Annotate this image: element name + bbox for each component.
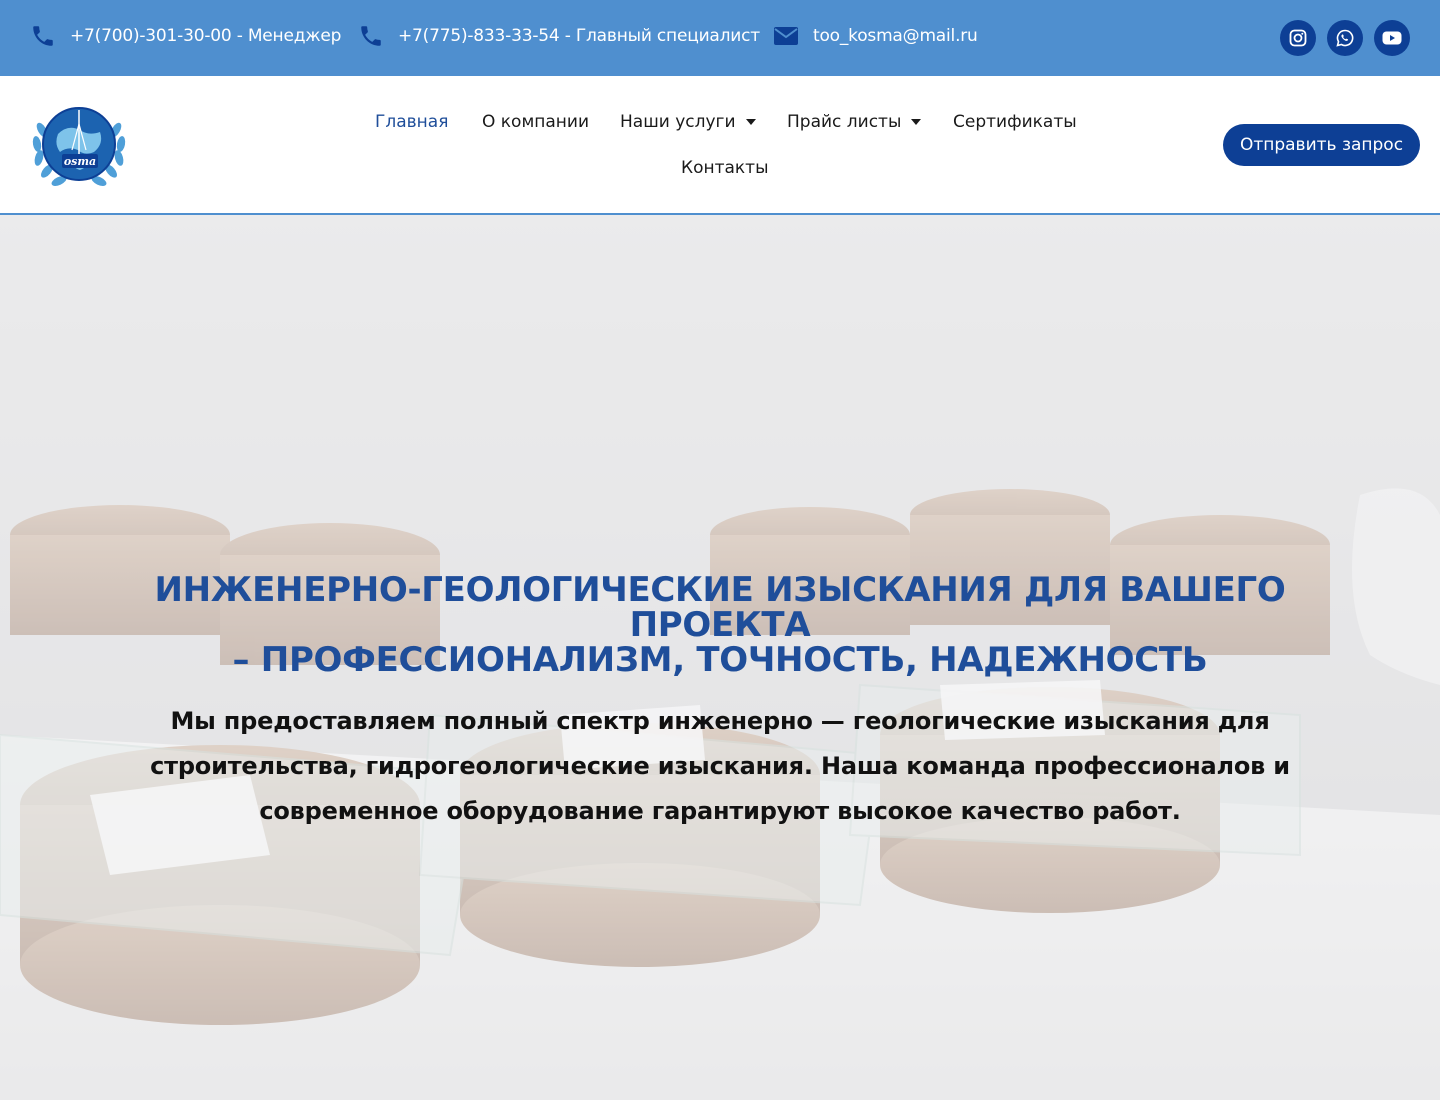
contact-text: too_kosma@mail.ru bbox=[813, 26, 978, 46]
contact-email[interactable]: too_kosma@mail.ru bbox=[773, 22, 978, 50]
youtube-icon bbox=[1382, 31, 1402, 45]
caret-down-icon bbox=[745, 119, 756, 125]
nav-label: Главная bbox=[375, 112, 449, 132]
envelope-icon bbox=[773, 23, 799, 49]
nav-label: Сертификаты bbox=[953, 112, 1077, 132]
contact-text: +7(775)-833-33-54 - Главный специалист bbox=[398, 26, 761, 46]
nav-about[interactable]: О компании bbox=[482, 112, 589, 132]
nav-contacts[interactable]: Контакты bbox=[681, 158, 769, 178]
phone-icon bbox=[358, 23, 384, 49]
whatsapp-button[interactable] bbox=[1327, 20, 1363, 56]
send-request-button[interactable]: Отправить запрос bbox=[1223, 124, 1420, 166]
nav-label: Прайс листы bbox=[787, 112, 902, 132]
nav-label: Наши услуги bbox=[620, 112, 736, 132]
nav-services[interactable]: Наши услуги bbox=[620, 112, 756, 132]
contact-phone-manager[interactable]: +7(700)-301-30-00 - Менеджер bbox=[30, 22, 341, 50]
caret-down-icon bbox=[911, 119, 922, 125]
hero-section: ИНЖЕНЕРНО-ГЕОЛОГИЧЕСКИЕ ИЗЫСКАНИЯ ДЛЯ ВА… bbox=[0, 215, 1440, 1100]
nav-label: О компании bbox=[482, 112, 590, 132]
nav-price-lists[interactable]: Прайс листы bbox=[787, 112, 922, 132]
nav-label: Контакты bbox=[681, 158, 769, 178]
contact-phone-specialist[interactable]: +7(775)-833-33-54 - Главный специалист bbox=[358, 22, 760, 50]
site-header: osma Главная О компании Наши услуги Прай… bbox=[0, 76, 1440, 215]
company-logo[interactable]: osma bbox=[28, 94, 130, 194]
hero-title-line: – ПРОФЕССИОНАЛИЗМ, ТОЧНОСТЬ, НАДЕЖНОСТЬ bbox=[232, 640, 1208, 680]
svg-text:osma: osma bbox=[64, 155, 96, 168]
nav-certificates[interactable]: Сертификаты bbox=[953, 112, 1077, 132]
hero-title-line: ПРОЕКТА bbox=[629, 605, 811, 645]
youtube-button[interactable] bbox=[1374, 20, 1410, 56]
instagram-icon bbox=[1289, 29, 1307, 47]
instagram-button[interactable] bbox=[1280, 20, 1316, 56]
hero-title: ИНЖЕНЕРНО-ГЕОЛОГИЧЕСКИЕ ИЗЫСКАНИЯ ДЛЯ ВА… bbox=[120, 573, 1320, 678]
nav-home[interactable]: Главная bbox=[375, 112, 448, 132]
phone-icon bbox=[30, 23, 56, 49]
whatsapp-icon bbox=[1336, 29, 1354, 47]
hero-title-line: ИНЖЕНЕРНО-ГЕОЛОГИЧЕСКИЕ ИЗЫСКАНИЯ ДЛЯ ВА… bbox=[154, 570, 1286, 610]
hero-subtitle: Мы предоставляем полный спектр инженерно… bbox=[150, 707, 1290, 825]
top-contact-bar: +7(700)-301-30-00 - Менеджер +7(775)-833… bbox=[0, 0, 1440, 76]
contact-text: +7(700)-301-30-00 - Менеджер bbox=[70, 26, 342, 46]
